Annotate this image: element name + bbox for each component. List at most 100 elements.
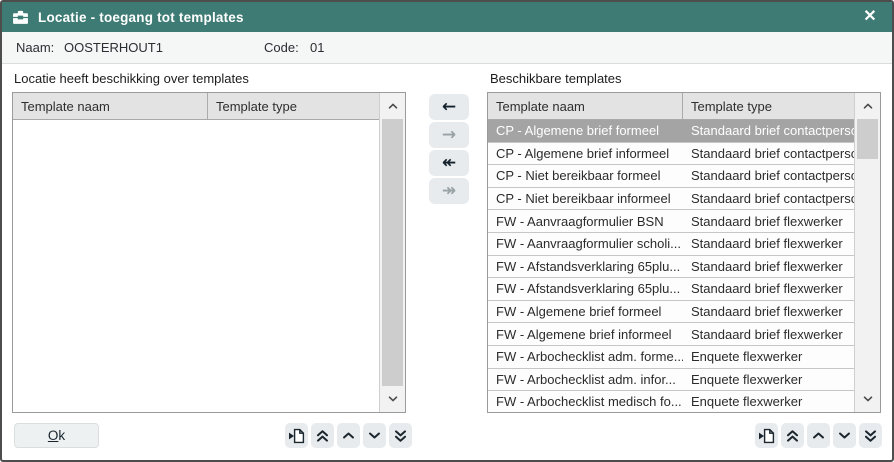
list-body: CP - Algemene brief formeel Standaard br…	[488, 120, 854, 412]
double-chevron-down-icon	[864, 430, 877, 442]
arrow-icon: ←	[442, 97, 456, 117]
move-all-right-button[interactable]: ↠	[429, 178, 469, 204]
chevron-up-icon	[812, 432, 825, 439]
goto-record-icon	[288, 428, 305, 444]
scroll-down-button[interactable]	[855, 386, 880, 412]
table-row[interactable]: FW - Afstandsverklaring 65plu... Standaa…	[488, 278, 854, 301]
naam-label: Naam:	[16, 32, 54, 63]
cell-template-naam: FW - Aanvraagformulier scholi...	[488, 236, 683, 251]
cell-template-naam: CP - Niet bereikbaar informeel	[488, 191, 683, 206]
table-row[interactable]: CP - Niet bereikbaar informeel Standaard…	[488, 188, 854, 211]
code-label: Code:	[264, 32, 299, 63]
scrollbar-track[interactable]	[855, 119, 880, 386]
close-button[interactable]: ✕	[858, 5, 882, 29]
left-list-label: Locatie heeft beschikking over templates	[14, 71, 249, 86]
cell-template-type: Standaard brief flexwerker	[683, 281, 854, 296]
cell-template-naam: FW - Afstandsverklaring 65plu...	[488, 259, 683, 274]
first-record-button[interactable]	[311, 423, 334, 448]
right-list-label: Beschikbare templates	[490, 71, 622, 86]
column-header-template-naam: Template naam	[13, 93, 208, 119]
goto-record-button[interactable]	[755, 423, 778, 448]
arrow-icon: →	[442, 125, 456, 145]
arrow-icon: ↞	[442, 153, 456, 173]
chevron-up-icon	[863, 103, 873, 109]
cell-template-naam: FW - Arbochecklist adm. infor...	[488, 372, 683, 387]
table-row[interactable]: FW - Algemene brief informeel Standaard …	[488, 323, 854, 346]
first-record-button[interactable]	[781, 423, 804, 448]
previous-record-button[interactable]	[337, 423, 360, 448]
list-header: Template naam Template type	[13, 93, 379, 120]
column-header-template-type: Template type	[683, 93, 854, 119]
double-chevron-up-icon	[316, 430, 329, 442]
list-header: Template naam Template type	[488, 93, 854, 120]
cell-template-type: Standaard brief contactperso...	[683, 168, 854, 183]
table-row[interactable]: FW - Arbochecklist medisch fo... Enquete…	[488, 391, 854, 412]
table-row[interactable]: CP - Algemene brief formeel Standaard br…	[488, 120, 854, 143]
cell-template-type: Standaard brief flexwerker	[683, 304, 854, 319]
close-icon: ✕	[863, 8, 876, 25]
chevron-down-icon	[838, 432, 851, 439]
toolbox-icon	[12, 10, 29, 25]
scrollbar-thumb[interactable]	[857, 119, 878, 159]
previous-record-button[interactable]	[807, 423, 830, 448]
cell-template-naam: FW - Algemene brief formeel	[488, 304, 683, 319]
cell-template-type: Standaard brief contactperso...	[683, 146, 854, 161]
cell-template-type: Standaard brief flexwerker	[683, 214, 854, 229]
scrollbar	[379, 93, 405, 412]
table-row[interactable]: FW - Algemene brief formeel Standaard br…	[488, 301, 854, 324]
ok-label: Ok	[48, 428, 65, 443]
dialog-window: Locatie - toegang tot templates ✕ Naam: …	[0, 0, 894, 462]
move-all-left-button[interactable]: ↞	[429, 150, 469, 176]
arrow-icon: ↠	[442, 181, 456, 201]
cell-template-naam: FW - Afstandsverklaring 65plu...	[488, 281, 683, 296]
table-row[interactable]: CP - Niet bereikbaar formeel Standaard b…	[488, 165, 854, 188]
move-selected-right-button[interactable]: →	[429, 122, 469, 148]
last-record-button[interactable]	[389, 423, 412, 448]
table-row[interactable]: FW - Afstandsverklaring 65plu... Standaa…	[488, 256, 854, 279]
cell-template-type: Enquete flexwerker	[683, 349, 854, 364]
scroll-up-button[interactable]	[855, 93, 880, 119]
cell-template-type: Standaard brief flexwerker	[683, 327, 854, 342]
scroll-down-button[interactable]	[380, 386, 405, 412]
cell-template-type: Standaard brief contactperso...	[683, 191, 854, 206]
cell-template-type: Standaard brief flexwerker	[683, 236, 854, 251]
table-row[interactable]: FW - Arbochecklist adm. infor... Enquete…	[488, 369, 854, 392]
cell-template-type: Enquete flexwerker	[683, 394, 854, 409]
next-record-button[interactable]	[833, 423, 856, 448]
double-chevron-up-icon	[786, 430, 799, 442]
chevron-down-icon	[368, 432, 381, 439]
chevron-down-icon	[863, 396, 873, 402]
table-row[interactable]: FW - Aanvraagformulier BSN Standaard bri…	[488, 210, 854, 233]
chevron-up-icon	[388, 103, 398, 109]
table-row[interactable]: CP - Algemene brief informeel Standaard …	[488, 143, 854, 166]
left-record-nav	[285, 423, 412, 448]
table-row[interactable]: FW - Arbochecklist adm. forme... Enquete…	[488, 346, 854, 369]
scroll-up-button[interactable]	[380, 93, 405, 119]
ok-button[interactable]: Ok	[14, 423, 99, 448]
chevron-up-icon	[342, 432, 355, 439]
info-bar: Naam: OOSTERHOUT1 Code: 01	[2, 32, 892, 64]
titlebar[interactable]: Locatie - toegang tot templates ✕	[2, 2, 892, 32]
available-templates-list: Template naam Template type CP - Algemen…	[487, 92, 881, 413]
dialog-title: Locatie - toegang tot templates	[38, 10, 244, 25]
next-record-button[interactable]	[363, 423, 386, 448]
cell-template-naam: CP - Algemene brief formeel	[488, 123, 683, 138]
cell-template-naam: CP - Niet bereikbaar formeel	[488, 168, 683, 183]
double-chevron-down-icon	[394, 430, 407, 442]
cell-template-type: Standaard brief flexwerker	[683, 259, 854, 274]
cell-template-naam: FW - Arbochecklist medisch fo...	[488, 394, 683, 409]
last-record-button[interactable]	[859, 423, 882, 448]
assigned-templates-list: Template naam Template type	[12, 92, 406, 413]
goto-record-button[interactable]	[285, 423, 308, 448]
transfer-buttons: ← → ↞ ↠	[429, 94, 469, 204]
code-value: 01	[310, 32, 324, 63]
right-record-nav	[755, 423, 882, 448]
chevron-down-icon	[388, 396, 398, 402]
move-selected-left-button[interactable]: ←	[429, 94, 469, 120]
table-row[interactable]: FW - Aanvraagformulier scholi... Standaa…	[488, 233, 854, 256]
scrollbar-thumb[interactable]	[382, 119, 403, 386]
cell-template-naam: CP - Algemene brief informeel	[488, 146, 683, 161]
cell-template-naam: FW - Arbochecklist adm. forme...	[488, 349, 683, 364]
scrollbar-track[interactable]	[380, 119, 405, 386]
cell-template-type: Enquete flexwerker	[683, 372, 854, 387]
